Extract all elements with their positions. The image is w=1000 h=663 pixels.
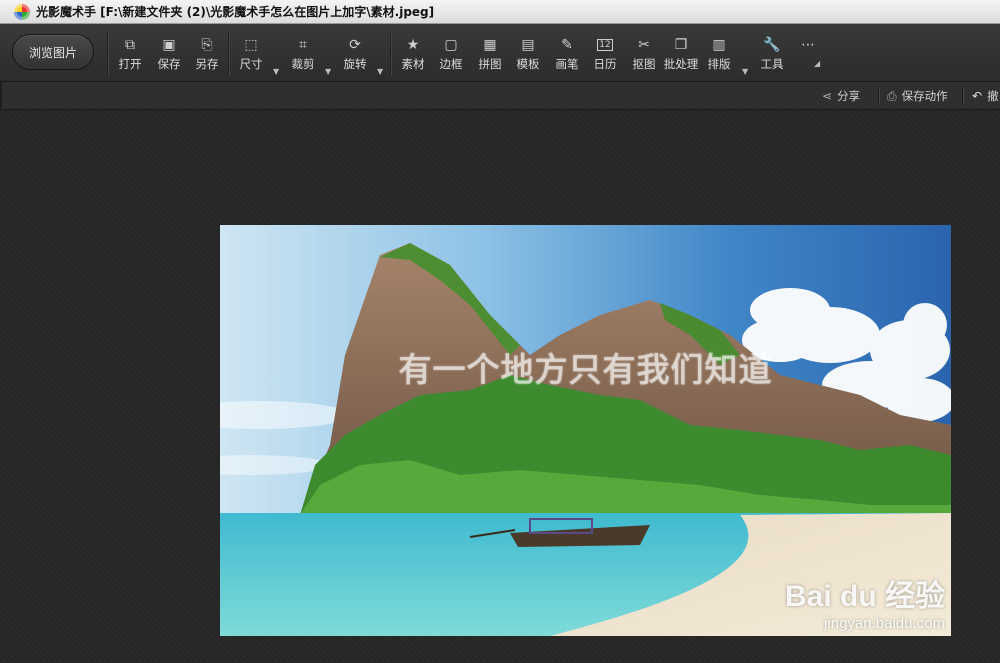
material-label: 素材 (401, 57, 425, 71)
panel-edge (0, 82, 2, 110)
tools-icon: 🔧 (763, 37, 781, 53)
browse-images-button[interactable]: 浏览图片 (12, 34, 94, 70)
batch-label: 批处理 (663, 57, 699, 71)
watermark-brand: Bai du 经验 (784, 580, 945, 613)
tools-label: 工具 (760, 57, 784, 71)
rotate-label: 旋转 (343, 57, 367, 71)
save-as-button[interactable]: ⎘ 另存 (188, 36, 226, 76)
resize-label: 尺寸 (239, 57, 263, 71)
open-label: 打开 (118, 57, 142, 71)
baidu-watermark: Bai du 经验 jingyan.baidu.com (785, 571, 945, 632)
save-icon: ▣ (162, 37, 176, 53)
resize-dropdown-arrow[interactable]: ▼ (273, 68, 281, 76)
save-label: 保存 (157, 57, 181, 71)
layout-button[interactable]: ▥ 排版 (700, 36, 738, 76)
crop-dropdown-arrow[interactable]: ▼ (325, 68, 333, 76)
batch-button[interactable]: ❐ 批处理 (662, 36, 700, 76)
share-icon: ⋖ (822, 89, 833, 103)
undo-icon: ↶ (972, 89, 983, 103)
brush-label: 画笔 (555, 57, 579, 71)
brush-icon: ✎ (561, 37, 573, 53)
resize-button[interactable]: ⬚ 尺寸 (232, 36, 270, 76)
material-icon: ★ (406, 37, 420, 53)
save-action-icon: ⎙ (887, 88, 897, 103)
collage-label: 拼图 (478, 57, 502, 71)
image-canvas[interactable]: 有一个地方只有我们知道 Bai du 经验 jingyan.baidu.com (220, 225, 951, 636)
more-icon: ⋯ (801, 37, 815, 53)
cutout-button[interactable]: ✂ 抠图 (625, 36, 663, 76)
calendar-day: 12 (597, 39, 613, 51)
cutout-label: 抠图 (632, 57, 656, 71)
material-button[interactable]: ★ 素材 (394, 36, 432, 76)
app-logo-icon (14, 3, 30, 20)
watermark-url: jingyan.baidu.com (824, 615, 945, 632)
border-icon: ▢ (444, 37, 458, 53)
save-as-icon: ⎘ (201, 37, 213, 53)
template-label: 模板 (516, 57, 540, 71)
open-button[interactable]: ⧉ 打开 (111, 36, 149, 76)
toolbar-divider (107, 32, 108, 76)
main-toolbar: 浏览图片 ⧉ 打开 ▣ 保存 ⎘ 另存 ⬚ 尺寸 ▼ ⌗ 裁剪 ▼ ⟳ 旋转 ▼… (0, 24, 1000, 82)
action-divider (878, 88, 879, 104)
template-button[interactable]: ▤ 模板 (509, 36, 547, 76)
calendar-button[interactable]: 12 日历 (586, 36, 624, 76)
crop-label: 裁剪 (291, 57, 315, 71)
action-divider (962, 88, 963, 104)
template-icon: ▤ (521, 37, 535, 53)
undo-label: 撤 (987, 89, 999, 103)
rotate-icon: ⟳ (349, 37, 361, 53)
crop-button[interactable]: ⌗ 裁剪 (284, 36, 322, 76)
action-bar: ⋖ 分享 ⎙ 保存动作 ↶ 撤 (0, 82, 1000, 110)
crop-icon: ⌗ (299, 37, 307, 53)
save-as-label: 另存 (195, 57, 219, 71)
collage-button[interactable]: ▦ 拼图 (471, 36, 509, 76)
layout-icon: ▥ (712, 37, 726, 53)
collage-icon: ▦ (483, 37, 497, 53)
border-label: 边框 (439, 57, 463, 71)
undo-button[interactable]: ↶ 撤 (972, 87, 999, 105)
cutout-icon: ✂ (638, 37, 650, 53)
toolbar-expand-arrow[interactable]: ◢ (814, 60, 822, 68)
added-text-overlay[interactable]: 有一个地方只有我们知道 (220, 343, 951, 391)
title-bar: 光影魔术手 [F:\新建文件夹 (2)\光影魔术手怎么在图片上加字\素材.jpe… (0, 0, 1000, 24)
save-action-label: 保存动作 (901, 89, 948, 103)
calendar-label: 日历 (593, 57, 617, 71)
save-action-button[interactable]: ⎙ 保存动作 (887, 87, 948, 105)
window-title: 光影魔术手 [F:\新建文件夹 (2)\光影魔术手怎么在图片上加字\素材.jpe… (36, 5, 435, 19)
rotate-dropdown-arrow[interactable]: ▼ (377, 68, 385, 76)
rotate-button[interactable]: ⟳ 旋转 (336, 36, 374, 76)
layout-label: 排版 (707, 57, 731, 71)
more-button[interactable]: ⋯ (789, 36, 827, 76)
open-icon: ⧉ (125, 37, 135, 53)
save-button[interactable]: ▣ 保存 (150, 36, 188, 76)
border-button[interactable]: ▢ 边框 (432, 36, 470, 76)
share-label: 分享 (837, 89, 861, 103)
toolbar-divider (228, 32, 229, 76)
layout-dropdown-arrow[interactable]: ▼ (742, 68, 750, 76)
share-button[interactable]: ⋖ 分享 (822, 87, 860, 105)
calendar-icon: 12 (586, 36, 624, 54)
resize-icon: ⬚ (244, 37, 258, 53)
brush-button[interactable]: ✎ 画笔 (548, 36, 586, 76)
batch-icon: ❐ (674, 37, 688, 53)
tools-button[interactable]: 🔧 工具 (753, 36, 791, 76)
toolbar-divider (390, 32, 391, 76)
